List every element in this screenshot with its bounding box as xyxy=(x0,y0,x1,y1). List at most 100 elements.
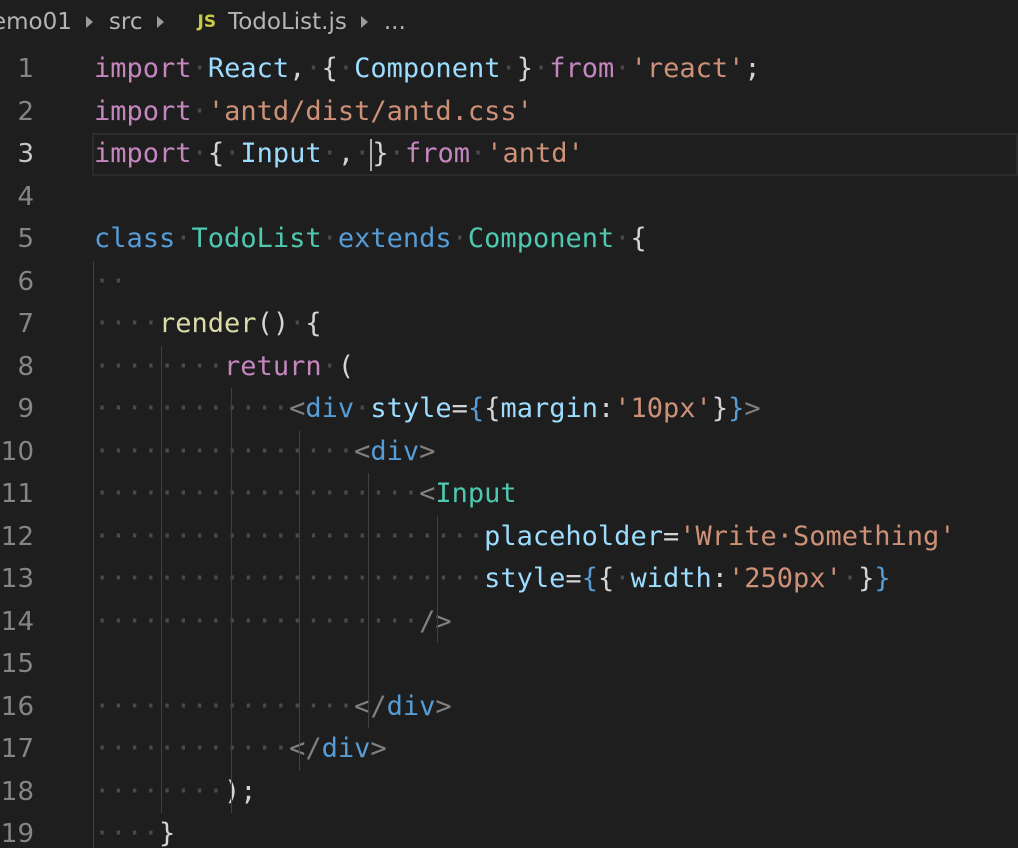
chevron-right-icon xyxy=(156,16,164,28)
code-line[interactable]: 9 ············<div·style={{margin:'10px'}… xyxy=(0,388,1018,431)
code-token: style xyxy=(484,563,566,594)
code-token: > xyxy=(370,733,387,764)
code-text: ····render()·{ xyxy=(94,303,322,346)
code-token: · xyxy=(614,563,631,594)
code-token: TodoList xyxy=(191,223,322,254)
line-number: 4 xyxy=(17,181,34,212)
code-token: } xyxy=(858,563,875,594)
line-number: 12 xyxy=(0,521,34,552)
code-token: ); xyxy=(224,775,257,807)
line-number: 2 xyxy=(17,96,34,127)
code-line[interactable]: 19 ····} xyxy=(0,813,1018,848)
code-line[interactable]: 5 class·TodoList·extends·Component·{ xyxy=(0,218,1018,261)
code-text: ················<div> xyxy=(94,431,435,474)
line-number: 5 xyxy=(17,224,34,254)
code-text: ·· xyxy=(94,261,127,304)
code-token: import xyxy=(94,53,192,84)
code-token: ···················· xyxy=(94,478,420,509)
code-line[interactable]: 18 ········); xyxy=(0,771,1018,814)
code-token: · xyxy=(191,95,208,127)
code-token: } xyxy=(516,53,533,84)
code-line[interactable]: 1 import·React,·{·Component·}·from·'react… xyxy=(0,48,1018,91)
indent-guide xyxy=(161,345,162,813)
code-token: } xyxy=(874,563,891,594)
code-text: ····················/> xyxy=(94,601,452,644)
line-number: 14 xyxy=(0,606,34,637)
code-token: , xyxy=(337,138,355,169)
code-line[interactable]: 12 ························placeholder='W… xyxy=(0,516,1018,559)
code-token: Component xyxy=(354,53,501,84)
code-token: </ xyxy=(354,690,387,722)
breadcrumb-project[interactable]: emo01 xyxy=(0,9,72,35)
breadcrumb-folder[interactable]: src xyxy=(109,9,143,35)
code-token: ········ xyxy=(94,775,225,807)
breadcrumb-more[interactable]: ... xyxy=(384,9,406,35)
code-token: · xyxy=(321,138,338,169)
code-token: width xyxy=(630,563,712,594)
line-number: 7 xyxy=(17,309,34,339)
code-line[interactable]: 6 ·· xyxy=(0,261,1018,304)
line-number: 1 xyxy=(17,54,34,84)
code-token: } xyxy=(159,818,176,848)
code-token: { xyxy=(305,308,322,339)
code-token: div xyxy=(321,733,371,764)
code-token: from xyxy=(404,138,470,169)
code-token: · xyxy=(533,53,550,84)
code-text: ················</div> xyxy=(94,686,452,729)
code-line[interactable]: 17 ············</div> xyxy=(0,728,1018,771)
code-token: · xyxy=(337,53,355,84)
code-token: · xyxy=(191,53,208,84)
indent-guide xyxy=(299,430,300,771)
code-token: </ xyxy=(289,733,322,764)
code-token: 'Write·Something' xyxy=(679,520,956,552)
code-line[interactable]: 13 ························style={{·width… xyxy=(0,558,1018,601)
code-token: · xyxy=(191,138,208,169)
code-line[interactable]: 7 ····render()·{ xyxy=(0,303,1018,346)
line-number: 11 xyxy=(0,479,34,509)
code-line[interactable]: 15 xyxy=(0,643,1018,686)
code-line[interactable]: 11 ····················<Input xyxy=(0,473,1018,516)
code-token: import xyxy=(94,95,192,127)
breadcrumb-file[interactable]: TodoList.js xyxy=(228,9,347,35)
indent-guide xyxy=(231,388,232,813)
code-token: > xyxy=(744,393,761,424)
code-line[interactable]: 14 ····················/> xyxy=(0,601,1018,644)
code-token: { xyxy=(581,563,598,594)
code-line[interactable]: 10 ················<div> xyxy=(0,431,1018,474)
line-number: 18 xyxy=(0,776,34,807)
code-token: · xyxy=(388,138,405,169)
indent-guide xyxy=(437,515,438,643)
line-number: 9 xyxy=(17,394,34,424)
code-token: } xyxy=(728,393,745,424)
code-text: import·{·Input·,·}·from·'antd' xyxy=(94,133,584,176)
code-token: div xyxy=(305,393,355,424)
code-token: ············ xyxy=(94,393,290,424)
code-token: ; xyxy=(744,53,761,84)
code-token: Input xyxy=(435,478,517,509)
line-number: 8 xyxy=(17,351,34,382)
code-token: · xyxy=(354,393,371,424)
code-line[interactable]: 2 import·'antd/dist/antd.css' xyxy=(0,91,1018,134)
code-token: { xyxy=(597,563,615,594)
chevron-right-icon xyxy=(360,16,368,28)
line-number: 13 xyxy=(0,564,34,594)
code-token: div xyxy=(370,435,420,467)
code-token: Input xyxy=(240,138,322,169)
code-token: ···················· xyxy=(94,605,420,637)
code-text: ····················<Input xyxy=(94,473,517,516)
line-number: 17 xyxy=(0,734,34,764)
code-token: · xyxy=(469,138,487,169)
code-token: · xyxy=(614,223,631,254)
code-line[interactable]: 3 import·{·Input·,·}·from·'antd' xyxy=(17,133,1018,176)
code-token: < xyxy=(419,478,436,509)
code-token: · xyxy=(500,53,517,84)
breadcrumb: emo01 src JS TodoList.js ... xyxy=(0,0,1010,44)
line-number: 15 xyxy=(0,649,34,679)
code-token: · xyxy=(289,308,306,339)
code-line[interactable]: 8 ········return·( xyxy=(0,346,1018,389)
code-token: extends xyxy=(337,223,452,254)
js-file-icon: JS xyxy=(197,12,217,32)
code-line[interactable]: 4 xyxy=(0,176,1018,219)
code-line[interactable]: 16 ················</div> xyxy=(0,686,1018,729)
code-editor[interactable]: 1 import·React,·{·Component·}·from·'react… xyxy=(0,48,1018,848)
